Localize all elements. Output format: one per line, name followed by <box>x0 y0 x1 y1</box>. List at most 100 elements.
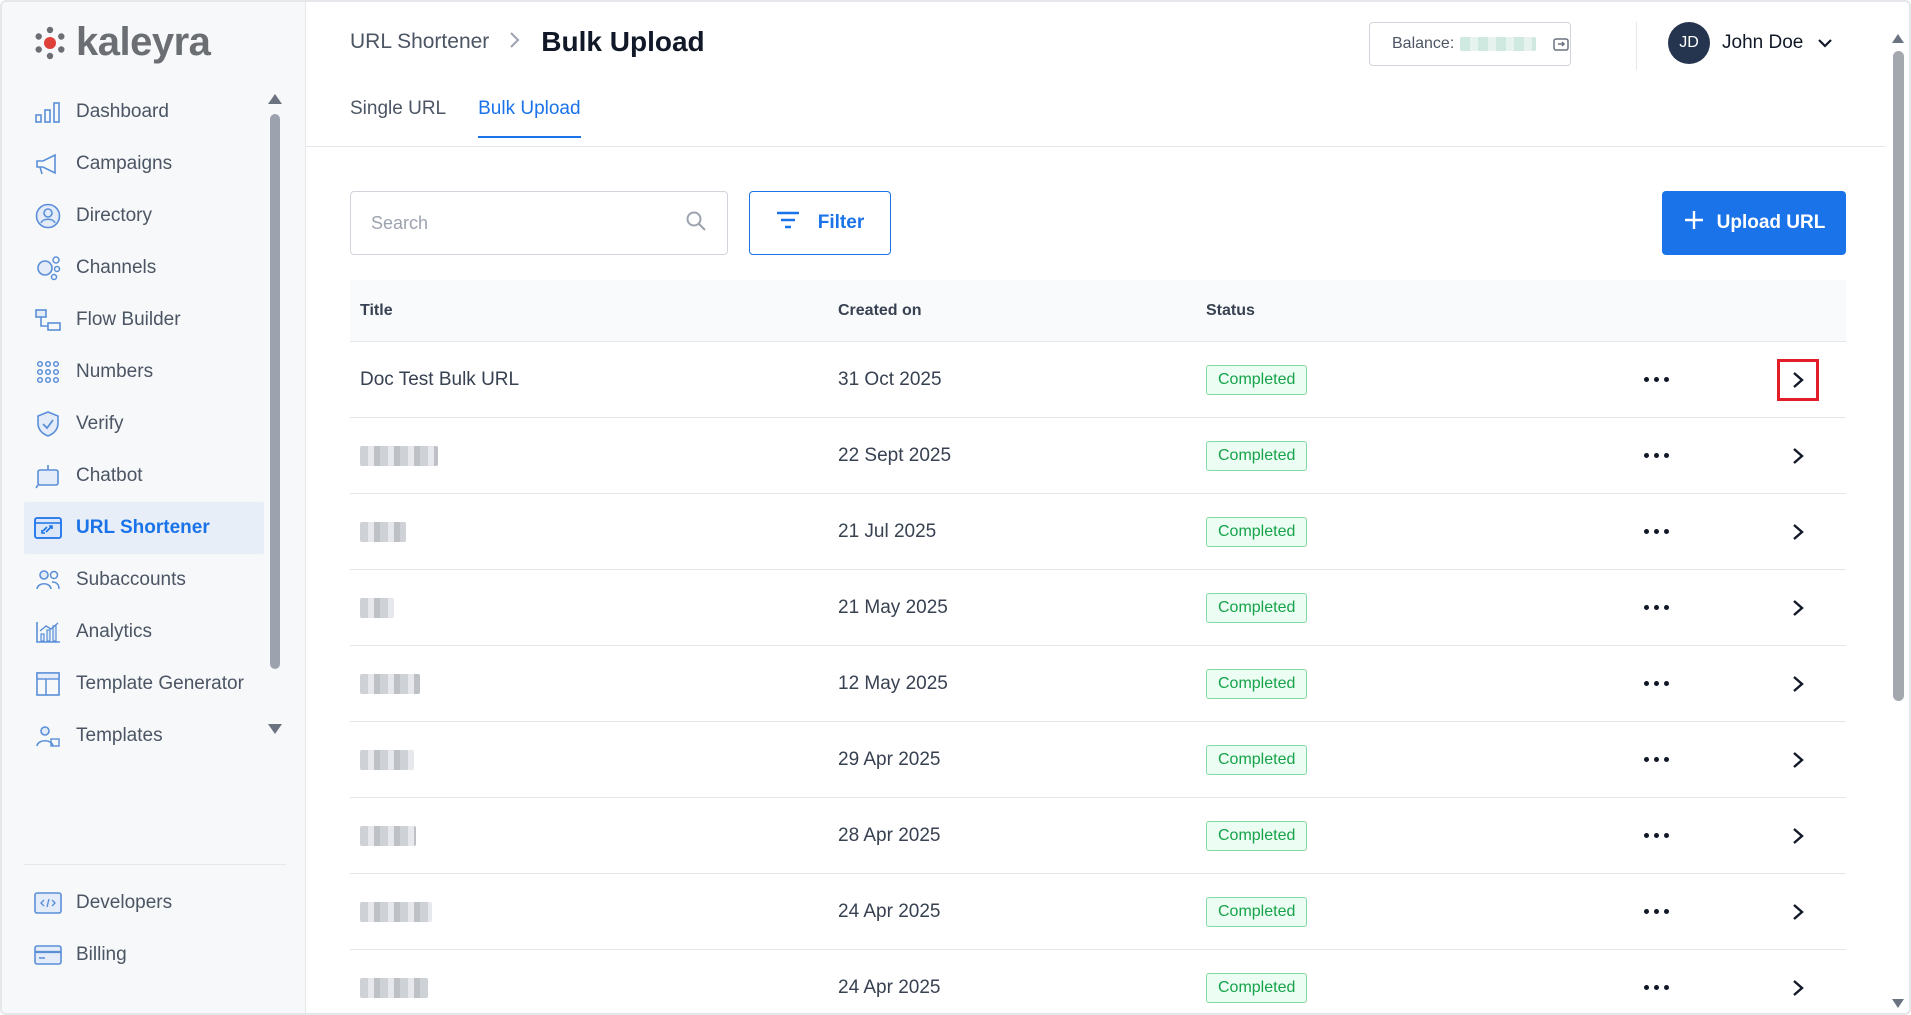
chevron-right-icon[interactable] <box>1777 815 1819 857</box>
table-row[interactable]: 28 Apr 2025 Completed <box>350 798 1846 874</box>
sidebar-item-flow-builder[interactable]: Flow Builder <box>24 294 264 346</box>
more-options-icon[interactable] <box>1643 909 1669 914</box>
upload-url-label: Upload URL <box>1716 212 1826 233</box>
channels-icon <box>34 254 62 282</box>
table-row[interactable]: Doc Test Bulk URL 31 Oct 2025 Completed <box>350 342 1846 418</box>
tab-bar: Single URL Bulk Upload <box>350 98 581 138</box>
row-created-on: 21 Jul 2025 <box>838 520 937 542</box>
sidebar-item-channels[interactable]: Channels <box>24 242 264 294</box>
sidebar-item-campaigns[interactable]: Campaigns <box>24 138 264 190</box>
table-row[interactable]: 29 Apr 2025 Completed <box>350 722 1846 798</box>
chevron-right-icon[interactable] <box>1777 511 1819 553</box>
table-header: Title Created on Status <box>350 280 1846 342</box>
redacted-text <box>360 825 416 846</box>
sidebar-item-chatbot[interactable]: Chatbot <box>24 450 264 502</box>
row-title-redacted <box>350 977 838 998</box>
chevron-right-icon[interactable] <box>1777 891 1819 933</box>
sidebar-item-label: Chatbot <box>76 465 143 486</box>
chevron-right-icon[interactable] <box>1777 587 1819 629</box>
scroll-thumb[interactable] <box>1892 51 1904 701</box>
sidebar-item-label: Templates <box>76 725 163 746</box>
sidebar-item-directory[interactable]: Directory <box>24 190 264 242</box>
sidebar-item-billing[interactable]: Billing <box>24 929 264 981</box>
search-input[interactable] <box>371 212 685 234</box>
table-row[interactable]: 12 May 2025 Completed <box>350 646 1846 722</box>
more-options-icon[interactable] <box>1643 757 1669 762</box>
tab-divider <box>306 146 1885 147</box>
sidebar-item-label: Verify <box>76 413 124 434</box>
more-options-icon[interactable] <box>1643 529 1669 534</box>
sidebar-item-url-shortener[interactable]: URL Shortener <box>24 502 264 554</box>
scroll-down-arrow-icon[interactable] <box>1892 999 1904 1008</box>
row-created-on: 21 May 2025 <box>838 596 948 618</box>
more-options-icon[interactable] <box>1643 985 1669 990</box>
card-icon <box>34 941 62 969</box>
flow-icon <box>34 306 62 334</box>
row-created-on: 29 Apr 2025 <box>838 748 941 770</box>
refresh-icon[interactable] <box>1552 35 1570 53</box>
status-badge: Completed <box>1206 516 1308 547</box>
sidebar-item-subaccounts[interactable]: Subaccounts <box>24 554 264 606</box>
main-scrollbar[interactable] <box>1891 34 1905 1008</box>
megaphone-icon <box>34 150 62 178</box>
scroll-down-arrow-icon[interactable] <box>268 724 282 734</box>
balance-widget[interactable]: Balance: <box>1369 22 1571 66</box>
chevron-down-icon[interactable] <box>1815 33 1835 53</box>
redacted-text <box>360 901 432 922</box>
sidebar-item-label: Template Generator <box>76 673 244 694</box>
sidebar-item-templates[interactable]: Templates <box>24 710 264 762</box>
sidebar-bottom-nav: Developers Billing <box>24 877 264 981</box>
status-badge: Completed <box>1206 592 1308 623</box>
status-badge: Completed <box>1206 744 1308 775</box>
breadcrumb: URL Shortener Bulk Upload <box>350 26 705 58</box>
more-options-icon[interactable] <box>1643 453 1669 458</box>
sidebar-item-verify[interactable]: Verify <box>24 398 264 450</box>
tab-bulk-upload[interactable]: Bulk Upload <box>478 98 581 138</box>
chevron-right-icon[interactable] <box>1777 739 1819 781</box>
chevron-right-icon[interactable] <box>1777 663 1819 705</box>
more-options-icon[interactable] <box>1643 833 1669 838</box>
search-box[interactable] <box>350 191 728 255</box>
sidebar-scrollbar[interactable] <box>268 94 282 734</box>
sidebar-nav: Dashboard Campaigns Directory Channels Flow … <box>24 86 264 762</box>
sidebar-item-template-generator[interactable]: Template Generator <box>24 658 264 710</box>
upload-url-button[interactable]: Upload URL <box>1662 191 1846 255</box>
redacted-text <box>360 521 406 542</box>
more-options-icon[interactable] <box>1643 605 1669 610</box>
chevron-right-icon[interactable] <box>1777 435 1819 477</box>
row-title-redacted <box>350 597 838 618</box>
tab-single-url[interactable]: Single URL <box>350 98 446 138</box>
user-menu[interactable]: JD John Doe <box>1668 22 1835 64</box>
table-row[interactable]: 21 May 2025 Completed <box>350 570 1846 646</box>
row-title-redacted <box>350 445 838 466</box>
chevron-right-icon <box>509 29 521 55</box>
logo[interactable]: kaleyra <box>32 20 211 65</box>
sidebar-item-label: Billing <box>76 944 127 965</box>
scroll-up-arrow-icon[interactable] <box>268 94 282 104</box>
row-created-on: 24 Apr 2025 <box>838 900 941 922</box>
chevron-right-icon[interactable] <box>1777 358 1819 401</box>
sidebar-item-dashboard[interactable]: Dashboard <box>24 86 264 138</box>
header-divider <box>1636 22 1637 70</box>
more-options-icon[interactable] <box>1643 681 1669 686</box>
bar-chart-icon <box>34 98 62 126</box>
row-title-redacted <box>350 673 838 694</box>
filter-button[interactable]: Filter <box>749 191 891 255</box>
sidebar-item-numbers[interactable]: Numbers <box>24 346 264 398</box>
table-row[interactable]: 21 Jul 2025 Completed <box>350 494 1846 570</box>
sidebar-item-analytics[interactable]: Analytics <box>24 606 264 658</box>
sidebar-item-label: Directory <box>76 205 153 226</box>
balance-label: Balance: <box>1392 35 1455 52</box>
breadcrumb-parent-link[interactable]: URL Shortener <box>350 30 489 54</box>
scroll-thumb[interactable] <box>270 114 280 669</box>
status-badge: Completed <box>1206 820 1308 851</box>
table-row[interactable]: 24 Apr 2025 Completed <box>350 950 1846 1013</box>
table-row[interactable]: 24 Apr 2025 Completed <box>350 874 1846 950</box>
more-options-icon[interactable] <box>1643 377 1669 382</box>
sidebar-item-label: URL Shortener <box>76 517 210 538</box>
sidebar-item-developers[interactable]: Developers <box>24 877 264 929</box>
table-row[interactable]: 22 Sept 2025 Completed <box>350 418 1846 494</box>
scroll-up-arrow-icon[interactable] <box>1892 34 1904 43</box>
search-icon[interactable] <box>685 210 707 237</box>
chevron-right-icon[interactable] <box>1777 967 1819 1009</box>
